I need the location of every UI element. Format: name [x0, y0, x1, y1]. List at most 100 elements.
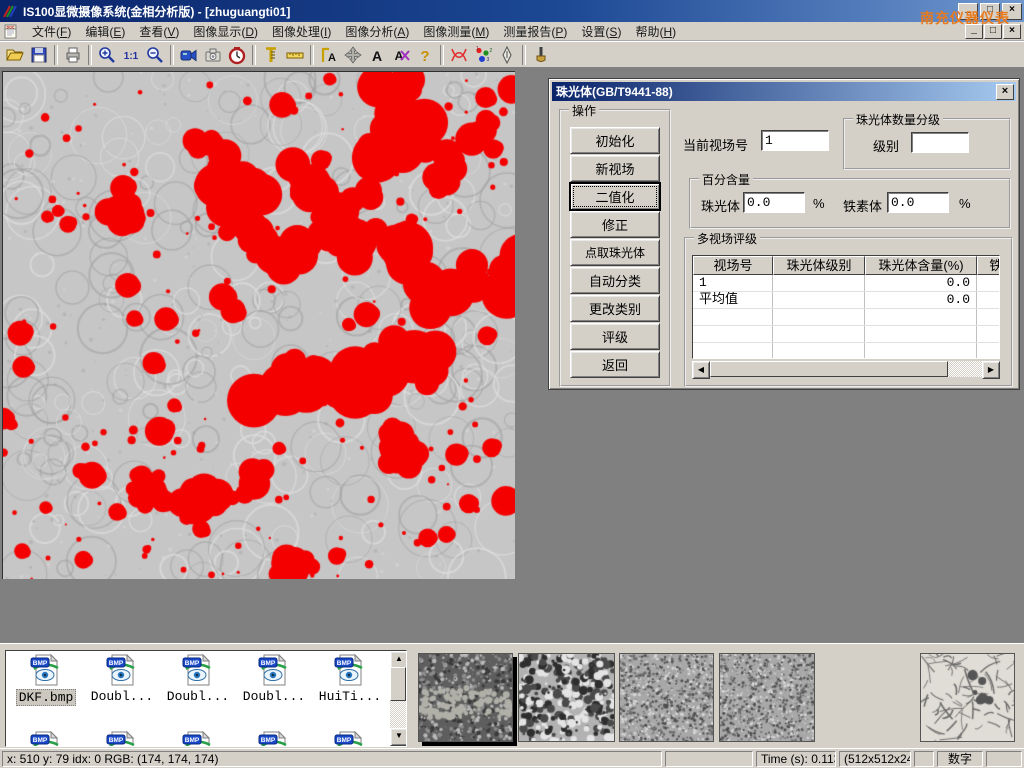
- caliper-vertical-button[interactable]: [259, 44, 283, 66]
- pen-tool-button[interactable]: [495, 44, 519, 66]
- file-item-partial[interactable]: BMP: [313, 731, 387, 747]
- table-header-1[interactable]: 珠光体级别: [773, 256, 865, 275]
- delete-annotate-icon: A: [391, 45, 411, 65]
- op-button-评级[interactable]: 评级: [570, 323, 660, 350]
- thumbnail-2[interactable]: [518, 653, 615, 742]
- file-item-partial[interactable]: BMP: [161, 731, 235, 747]
- dialog-title-bar[interactable]: 珠光体(GB/T9441-88) ×: [552, 82, 1016, 101]
- move-cross-button[interactable]: [341, 44, 365, 66]
- mdi-close-button[interactable]: ×: [1003, 24, 1021, 39]
- scrollbar-thumb[interactable]: [710, 361, 948, 377]
- pearlite-dialog: 珠光体(GB/T9441-88) × 操作 初始化新视场二值化修正点取珠光体自动…: [548, 78, 1020, 390]
- multi-field-group-label: 多视场评级: [694, 230, 760, 247]
- table-cell: 0.0: [865, 275, 977, 291]
- cursor-position-status: x: 510 y: 79 idx: 0 RGB: (174, 174, 174): [2, 751, 662, 767]
- table-cell: [693, 326, 773, 342]
- thumbnail-1[interactable]: [418, 653, 513, 742]
- scroll-down-icon[interactable]: ▼: [390, 728, 407, 746]
- current-field-input[interactable]: 1: [761, 130, 829, 151]
- save-button[interactable]: [27, 44, 51, 66]
- thumbnail-4[interactable]: [719, 653, 815, 742]
- table-horizontal-scrollbar[interactable]: ◀ ▶: [692, 361, 1000, 377]
- op-button-修正[interactable]: 修正: [570, 211, 660, 238]
- ferrite-percent-input[interactable]: 0.0: [887, 192, 949, 213]
- file-item[interactable]: BMPDoubl...: [85, 654, 159, 704]
- classify-points-button[interactable]: 123: [471, 44, 495, 66]
- file-name: Doubl...: [241, 689, 307, 704]
- op-button-点取珠光体[interactable]: 点取珠光体: [570, 239, 660, 266]
- table-header-0[interactable]: 视场号: [693, 256, 773, 275]
- menu-item-f[interactable]: 文件(F): [25, 22, 78, 41]
- rating-table[interactable]: 视场号珠光体级别珠光体含量(%)铁素体含量(%) 10.0平均值0.0: [692, 255, 1000, 359]
- open-icon: [5, 45, 25, 65]
- image-size-status: (512x512x24): [839, 751, 911, 767]
- menu-item-m[interactable]: 图像测量(M): [416, 22, 496, 41]
- zoom-out-button[interactable]: [143, 44, 167, 66]
- text-annotate-button[interactable]: A: [365, 44, 389, 66]
- title-bar: IS100显微摄像系统(金相分析版) - [zhuguangti01] _ □ …: [0, 0, 1024, 22]
- op-button-自动分类[interactable]: 自动分类: [570, 267, 660, 294]
- menu-item-e[interactable]: 编辑(E): [78, 22, 132, 41]
- pearlite-percent-input[interactable]: 0.0: [743, 192, 805, 213]
- table-row[interactable]: [693, 343, 999, 359]
- file-item-partial[interactable]: BMP: [9, 731, 83, 747]
- scroll-right-icon[interactable]: ▶: [982, 361, 1000, 379]
- menu-item-p[interactable]: 测量报告(P): [496, 22, 574, 41]
- zoom-in-button[interactable]: [95, 44, 119, 66]
- op-button-初始化[interactable]: 初始化: [570, 127, 660, 154]
- file-item[interactable]: BMPDoubl...: [237, 654, 311, 704]
- open-button[interactable]: [3, 44, 27, 66]
- metallographic-image[interactable]: [2, 71, 515, 579]
- help-button[interactable]: ?: [413, 44, 437, 66]
- menu-item-h[interactable]: 帮助(H): [628, 22, 683, 41]
- op-button-返回[interactable]: 返回: [570, 351, 660, 378]
- thumbnail-5[interactable]: [920, 653, 1015, 742]
- table-row[interactable]: [693, 326, 999, 343]
- scroll-left-icon[interactable]: ◀: [692, 361, 710, 379]
- file-item-partial[interactable]: BMP: [85, 731, 159, 747]
- file-item[interactable]: BMPDoubl...: [161, 654, 235, 704]
- menu-item-i[interactable]: 图像处理(I): [265, 22, 338, 41]
- menu-item-a[interactable]: 图像分析(A): [338, 22, 416, 41]
- ruler-horizontal-button[interactable]: [283, 44, 307, 66]
- video-camera-button[interactable]: [177, 44, 201, 66]
- file-item[interactable]: BMPHuiTi...: [313, 654, 387, 704]
- table-row[interactable]: 平均值0.0: [693, 292, 999, 309]
- dialog-close-icon[interactable]: ×: [996, 84, 1014, 100]
- timer-button[interactable]: [225, 44, 249, 66]
- table-header-3[interactable]: 铁素体含量(%): [977, 256, 1000, 275]
- table-cell: [977, 343, 1000, 359]
- table-row[interactable]: 10.0: [693, 275, 999, 292]
- brush-tool-button[interactable]: [529, 44, 553, 66]
- table-row[interactable]: [693, 309, 999, 326]
- file-browser[interactable]: ▲ ▼ BMPDKF.bmpBMPDoubl...BMPDoubl...BMPD…: [5, 650, 407, 747]
- measure-text-button[interactable]: A: [317, 44, 341, 66]
- table-header-2[interactable]: 珠光体含量(%): [865, 256, 977, 275]
- toolbar-separator: [252, 45, 256, 65]
- svg-text:2: 2: [490, 48, 493, 54]
- toolbar-separator: [54, 45, 58, 65]
- print-button[interactable]: [61, 44, 85, 66]
- svg-text:DOC: DOC: [7, 25, 15, 29]
- mdi-restore-button[interactable]: □: [984, 24, 1002, 39]
- menu-item-v[interactable]: 查看(V): [132, 22, 186, 41]
- svg-text:BMP: BMP: [33, 660, 48, 667]
- file-item[interactable]: BMPDKF.bmp: [9, 654, 83, 706]
- vscrollbar-thumb[interactable]: [390, 667, 406, 701]
- capture-camera-button[interactable]: [201, 44, 225, 66]
- menu-item-s[interactable]: 设置(S): [574, 22, 628, 41]
- caliper-vertical-icon: [261, 45, 281, 65]
- level-input[interactable]: [911, 132, 969, 153]
- one-to-one-button[interactable]: 1:1: [119, 44, 143, 66]
- classify-points-icon: 123: [473, 45, 493, 65]
- menu-item-d[interactable]: 图像显示(D): [186, 22, 265, 41]
- file-item-partial[interactable]: BMP: [237, 731, 311, 747]
- thumbnail-3[interactable]: [619, 653, 714, 742]
- op-button-新视场[interactable]: 新视场: [570, 155, 660, 182]
- mdi-minimize-button[interactable]: _: [965, 24, 983, 39]
- curve-tool-button[interactable]: [447, 44, 471, 66]
- file-list-scrollbar[interactable]: ▲ ▼: [390, 651, 406, 746]
- delete-annotate-button[interactable]: A: [389, 44, 413, 66]
- op-button-更改类别[interactable]: 更改类别: [570, 295, 660, 322]
- op-button-二值化[interactable]: 二值化: [570, 183, 660, 210]
